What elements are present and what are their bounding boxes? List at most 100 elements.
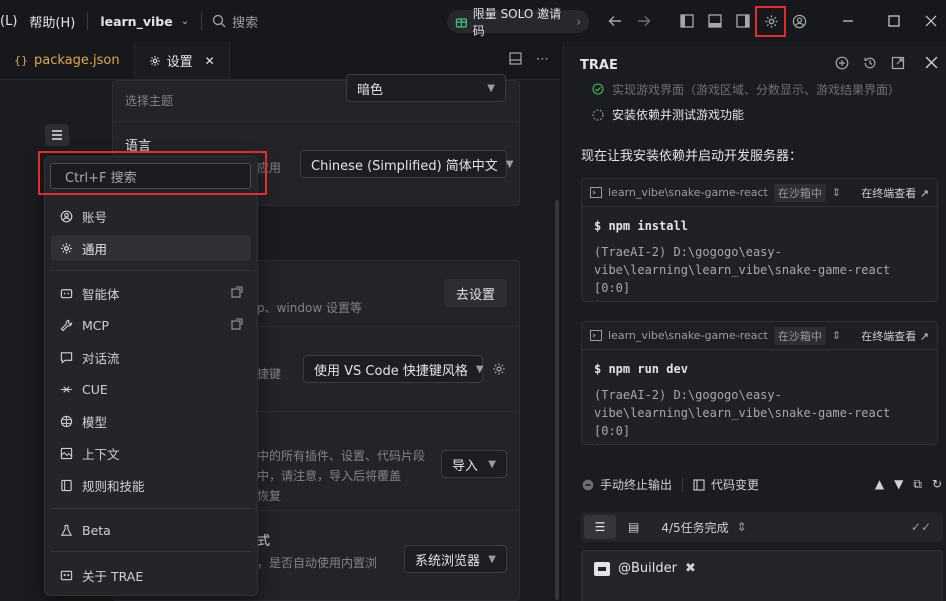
- menu-item-models[interactable]: 模型: [51, 408, 251, 434]
- menu-item-cue[interactable]: CUE: [51, 376, 251, 402]
- retry-icon[interactable]: ↻: [932, 477, 942, 492]
- menu-item-context[interactable]: 上下文: [51, 440, 251, 466]
- close-icon[interactable]: [921, 11, 941, 31]
- terminal-block: learn_vibe\snake-game-react 在沙箱中 ⇕ 在终端查看…: [581, 321, 938, 445]
- split-editor-icon[interactable]: [509, 52, 522, 65]
- theme-select[interactable]: 暗色 ▼: [346, 74, 506, 102]
- go-settings-button[interactable]: 去设置: [444, 279, 507, 307]
- close-icon[interactable]: [925, 56, 938, 69]
- panel-title: TRAE: [580, 58, 618, 73]
- menu-item-rules-skills[interactable]: 规则和技能: [51, 472, 251, 498]
- terminal-output: vibe\learning\learn_vibe\snake-game-reac…: [594, 406, 891, 438]
- thumbs-up-icon[interactable]: ▲: [875, 477, 884, 492]
- sandbox-badge: 在沙箱中: [773, 183, 826, 202]
- toggle-right-panel-icon[interactable]: [733, 11, 753, 31]
- wrench-icon: [60, 319, 73, 331]
- gift-icon: [455, 18, 467, 28]
- task-list-icon[interactable]: ☰: [584, 515, 616, 539]
- assistant-message: 现在让我安装依赖并启动开发服务器：: [581, 149, 803, 164]
- gear-icon: [61, 242, 72, 254]
- cue-icon: [60, 385, 73, 393]
- back-arrow-icon[interactable]: [605, 11, 625, 31]
- menu-item-label: Beta: [82, 522, 111, 538]
- task-text: 安装依赖并测试游戏功能: [612, 108, 745, 122]
- book-icon: [61, 479, 72, 491]
- terminal-body: $ npm run dev (TraeAI-2) D:\gogogo\easy-…: [582, 350, 937, 444]
- solo-invite-button[interactable]: 限量 SOLO 邀请码 ›: [447, 7, 589, 38]
- gear-icon[interactable]: [492, 362, 506, 376]
- view-in-terminal-link[interactable]: 在终端查看 ↗: [861, 328, 929, 344]
- menu-item-general[interactable]: 通用: [51, 235, 251, 261]
- keymap-select[interactable]: 使用 VS Code 快捷键风格 ▼: [303, 355, 484, 383]
- new-chat-icon[interactable]: [835, 56, 849, 70]
- view-in-terminal-link[interactable]: 在终端查看 ↗: [861, 185, 929, 201]
- language-select[interactable]: Chinese (Simplified) 简体中文 ▼: [300, 150, 514, 178]
- check-circle-icon: [592, 83, 604, 95]
- chevron-down-icon: ▼: [475, 363, 484, 375]
- terminal-icon: [590, 330, 602, 341]
- maximize-icon[interactable]: [884, 11, 904, 31]
- chevron-updown-icon: ⇕: [736, 520, 747, 534]
- builder-label: @Builder: [618, 561, 677, 576]
- chat-icon: [60, 351, 73, 364]
- history-icon[interactable]: [863, 56, 877, 70]
- migrate-desc-1: 中的所有插件、设置、代码片段: [257, 449, 426, 463]
- menu-item-agents[interactable]: 智能体: [51, 280, 251, 306]
- minimize-icon[interactable]: [838, 11, 858, 31]
- forward-arrow-icon[interactable]: [634, 11, 654, 31]
- import-select[interactable]: 导入 ▼: [441, 450, 507, 478]
- browser-value: 系统浏览器: [415, 553, 481, 569]
- terminal-command: $ npm run dev: [594, 362, 688, 376]
- builder-input[interactable]: @Builder ✖: [581, 550, 943, 601]
- menu-item-beta[interactable]: Beta: [51, 517, 251, 543]
- code-changes-button[interactable]: 代码变更: [693, 476, 759, 493]
- scrollbar[interactable]: [555, 200, 559, 600]
- terminal-body: $ npm install (TraeAI-2) D:\gogogo\easy-…: [582, 207, 937, 301]
- tab-package-json[interactable]: {} package.json: [0, 42, 134, 79]
- browser-select[interactable]: 系统浏览器 ▼: [404, 545, 507, 573]
- model-icon: [60, 415, 73, 427]
- thumbs-down-icon[interactable]: ▼: [894, 477, 903, 492]
- terminal-output: (TraeAI-2) D:\gogogo\easy-: [594, 388, 782, 402]
- chevron-updown-icon[interactable]: ⇕: [832, 186, 841, 199]
- separator: [87, 12, 89, 30]
- account-icon[interactable]: [789, 11, 809, 31]
- menu-item-label: 通用: [82, 241, 108, 257]
- global-search[interactable]: 搜索: [208, 12, 258, 31]
- builder-header: @Builder ✖: [594, 561, 696, 576]
- menu-help[interactable]: 帮助(H): [23, 12, 81, 31]
- document-icon[interactable]: ▤: [628, 520, 639, 534]
- migrate-desc-3: 恢复: [257, 489, 282, 503]
- gear-icon: [149, 55, 160, 66]
- menu-item-account[interactable]: 账号: [51, 203, 251, 229]
- divider: [112, 121, 520, 122]
- stop-output-button[interactable]: 手动终止输出: [582, 476, 672, 493]
- menu-item-label: 规则和技能: [82, 478, 145, 494]
- copy-icon[interactable]: ⧉: [913, 477, 922, 492]
- settings-menu-button[interactable]: [45, 124, 69, 146]
- toggle-left-panel-icon[interactable]: [677, 11, 697, 31]
- task-progress-bar[interactable]: ☰ ▤ 4/5任务完成 ⇕ ✓✓: [581, 512, 943, 542]
- terminal-path: learn_vibe\snake-game-react: [608, 329, 768, 342]
- close-icon[interactable]: ✕: [205, 54, 215, 68]
- menu-item-about[interactable]: 关于 TRAE: [51, 562, 251, 588]
- chevron-updown-icon[interactable]: ⇕: [832, 329, 841, 342]
- menu-partial[interactable]: (L): [0, 14, 23, 29]
- tools-icon[interactable]: ✖: [685, 561, 696, 576]
- tab-label: package.json: [34, 53, 120, 68]
- open-external-icon[interactable]: [891, 56, 905, 70]
- json-file-icon: {}: [14, 54, 28, 67]
- project-switcher[interactable]: learn_vibe ⌄: [94, 14, 195, 29]
- toggle-bottom-panel-icon[interactable]: [705, 11, 725, 31]
- more-icon[interactable]: ⋯: [536, 52, 550, 67]
- search-highlight: [38, 151, 267, 195]
- menu-item-mcp[interactable]: MCP: [51, 312, 251, 338]
- menu-item-conversation[interactable]: 对话流: [51, 344, 251, 370]
- terminal-output: $: [594, 297, 925, 301]
- external-link-icon: [231, 286, 243, 301]
- tab-actions: ⋯: [509, 52, 550, 67]
- done-all-icon[interactable]: ✓✓: [911, 520, 931, 534]
- separator: [201, 12, 203, 30]
- tab-settings[interactable]: 设置 ✕: [133, 42, 230, 79]
- flask-icon: [60, 524, 73, 536]
